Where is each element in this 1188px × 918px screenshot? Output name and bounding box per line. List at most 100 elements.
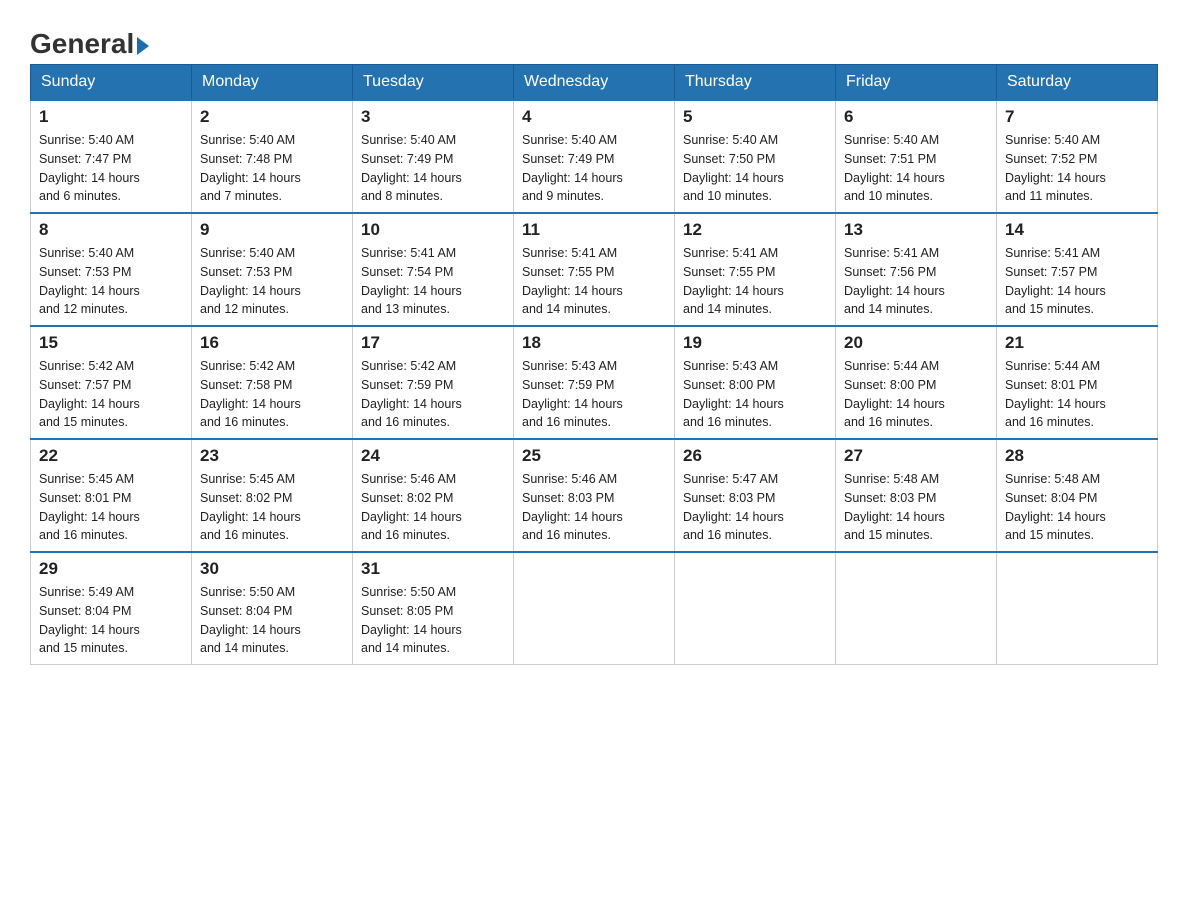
day-number: 27 <box>844 446 988 466</box>
day-number: 1 <box>39 107 183 127</box>
week-row-2: 8 Sunrise: 5:40 AM Sunset: 7:53 PM Dayli… <box>31 213 1158 326</box>
day-info: Sunrise: 5:50 AM Sunset: 8:05 PM Dayligh… <box>361 583 505 658</box>
day-info: Sunrise: 5:40 AM Sunset: 7:47 PM Dayligh… <box>39 131 183 206</box>
calendar-cell <box>836 552 997 665</box>
calendar-cell: 17 Sunrise: 5:42 AM Sunset: 7:59 PM Dayl… <box>353 326 514 439</box>
day-info: Sunrise: 5:48 AM Sunset: 8:03 PM Dayligh… <box>844 470 988 545</box>
calendar-cell: 23 Sunrise: 5:45 AM Sunset: 8:02 PM Dayl… <box>192 439 353 552</box>
calendar-cell: 28 Sunrise: 5:48 AM Sunset: 8:04 PM Dayl… <box>997 439 1158 552</box>
day-info: Sunrise: 5:40 AM Sunset: 7:51 PM Dayligh… <box>844 131 988 206</box>
logo-general: General <box>30 28 149 59</box>
logo: General <box>30 30 149 54</box>
calendar-cell: 14 Sunrise: 5:41 AM Sunset: 7:57 PM Dayl… <box>997 213 1158 326</box>
weekday-header-friday: Friday <box>836 65 997 101</box>
day-info: Sunrise: 5:44 AM Sunset: 8:00 PM Dayligh… <box>844 357 988 432</box>
weekday-header-saturday: Saturday <box>997 65 1158 101</box>
day-number: 2 <box>200 107 344 127</box>
day-info: Sunrise: 5:40 AM Sunset: 7:53 PM Dayligh… <box>200 244 344 319</box>
calendar-cell: 21 Sunrise: 5:44 AM Sunset: 8:01 PM Dayl… <box>997 326 1158 439</box>
calendar-cell: 19 Sunrise: 5:43 AM Sunset: 8:00 PM Dayl… <box>675 326 836 439</box>
day-info: Sunrise: 5:41 AM Sunset: 7:57 PM Dayligh… <box>1005 244 1149 319</box>
page-header: General <box>30 20 1158 54</box>
calendar-cell <box>675 552 836 665</box>
day-number: 19 <box>683 333 827 353</box>
day-number: 29 <box>39 559 183 579</box>
day-number: 8 <box>39 220 183 240</box>
week-row-1: 1 Sunrise: 5:40 AM Sunset: 7:47 PM Dayli… <box>31 100 1158 213</box>
calendar-cell: 3 Sunrise: 5:40 AM Sunset: 7:49 PM Dayli… <box>353 100 514 213</box>
calendar-cell: 2 Sunrise: 5:40 AM Sunset: 7:48 PM Dayli… <box>192 100 353 213</box>
day-info: Sunrise: 5:43 AM Sunset: 8:00 PM Dayligh… <box>683 357 827 432</box>
day-number: 10 <box>361 220 505 240</box>
day-number: 15 <box>39 333 183 353</box>
day-info: Sunrise: 5:40 AM Sunset: 7:49 PM Dayligh… <box>522 131 666 206</box>
day-number: 22 <box>39 446 183 466</box>
day-number: 26 <box>683 446 827 466</box>
calendar-cell: 16 Sunrise: 5:42 AM Sunset: 7:58 PM Dayl… <box>192 326 353 439</box>
weekday-header-row: SundayMondayTuesdayWednesdayThursdayFrid… <box>31 65 1158 101</box>
calendar-cell: 1 Sunrise: 5:40 AM Sunset: 7:47 PM Dayli… <box>31 100 192 213</box>
day-info: Sunrise: 5:50 AM Sunset: 8:04 PM Dayligh… <box>200 583 344 658</box>
day-number: 25 <box>522 446 666 466</box>
day-info: Sunrise: 5:47 AM Sunset: 8:03 PM Dayligh… <box>683 470 827 545</box>
day-number: 28 <box>1005 446 1149 466</box>
day-info: Sunrise: 5:41 AM Sunset: 7:54 PM Dayligh… <box>361 244 505 319</box>
calendar-cell: 15 Sunrise: 5:42 AM Sunset: 7:57 PM Dayl… <box>31 326 192 439</box>
calendar-cell: 6 Sunrise: 5:40 AM Sunset: 7:51 PM Dayli… <box>836 100 997 213</box>
weekday-header-monday: Monday <box>192 65 353 101</box>
calendar-cell: 30 Sunrise: 5:50 AM Sunset: 8:04 PM Dayl… <box>192 552 353 665</box>
logo-text: General <box>30 30 149 58</box>
calendar-cell: 25 Sunrise: 5:46 AM Sunset: 8:03 PM Dayl… <box>514 439 675 552</box>
week-row-5: 29 Sunrise: 5:49 AM Sunset: 8:04 PM Dayl… <box>31 552 1158 665</box>
day-number: 23 <box>200 446 344 466</box>
day-info: Sunrise: 5:42 AM Sunset: 7:57 PM Dayligh… <box>39 357 183 432</box>
day-number: 5 <box>683 107 827 127</box>
day-number: 9 <box>200 220 344 240</box>
calendar-cell: 12 Sunrise: 5:41 AM Sunset: 7:55 PM Dayl… <box>675 213 836 326</box>
day-info: Sunrise: 5:41 AM Sunset: 7:55 PM Dayligh… <box>683 244 827 319</box>
day-info: Sunrise: 5:40 AM Sunset: 7:48 PM Dayligh… <box>200 131 344 206</box>
calendar-cell <box>514 552 675 665</box>
day-info: Sunrise: 5:43 AM Sunset: 7:59 PM Dayligh… <box>522 357 666 432</box>
calendar-cell: 29 Sunrise: 5:49 AM Sunset: 8:04 PM Dayl… <box>31 552 192 665</box>
calendar-cell: 11 Sunrise: 5:41 AM Sunset: 7:55 PM Dayl… <box>514 213 675 326</box>
calendar-cell: 27 Sunrise: 5:48 AM Sunset: 8:03 PM Dayl… <box>836 439 997 552</box>
calendar-cell: 22 Sunrise: 5:45 AM Sunset: 8:01 PM Dayl… <box>31 439 192 552</box>
day-number: 11 <box>522 220 666 240</box>
day-number: 13 <box>844 220 988 240</box>
calendar-cell: 7 Sunrise: 5:40 AM Sunset: 7:52 PM Dayli… <box>997 100 1158 213</box>
day-info: Sunrise: 5:44 AM Sunset: 8:01 PM Dayligh… <box>1005 357 1149 432</box>
calendar-cell: 31 Sunrise: 5:50 AM Sunset: 8:05 PM Dayl… <box>353 552 514 665</box>
day-number: 30 <box>200 559 344 579</box>
day-info: Sunrise: 5:42 AM Sunset: 7:58 PM Dayligh… <box>200 357 344 432</box>
calendar-cell: 10 Sunrise: 5:41 AM Sunset: 7:54 PM Dayl… <box>353 213 514 326</box>
day-info: Sunrise: 5:49 AM Sunset: 8:04 PM Dayligh… <box>39 583 183 658</box>
day-number: 17 <box>361 333 505 353</box>
day-number: 7 <box>1005 107 1149 127</box>
weekday-header-tuesday: Tuesday <box>353 65 514 101</box>
day-number: 24 <box>361 446 505 466</box>
calendar-cell: 9 Sunrise: 5:40 AM Sunset: 7:53 PM Dayli… <box>192 213 353 326</box>
day-number: 16 <box>200 333 344 353</box>
day-number: 12 <box>683 220 827 240</box>
calendar-cell: 5 Sunrise: 5:40 AM Sunset: 7:50 PM Dayli… <box>675 100 836 213</box>
day-number: 31 <box>361 559 505 579</box>
day-number: 3 <box>361 107 505 127</box>
day-number: 21 <box>1005 333 1149 353</box>
day-info: Sunrise: 5:46 AM Sunset: 8:02 PM Dayligh… <box>361 470 505 545</box>
day-info: Sunrise: 5:41 AM Sunset: 7:56 PM Dayligh… <box>844 244 988 319</box>
day-number: 20 <box>844 333 988 353</box>
day-info: Sunrise: 5:48 AM Sunset: 8:04 PM Dayligh… <box>1005 470 1149 545</box>
day-number: 14 <box>1005 220 1149 240</box>
day-number: 4 <box>522 107 666 127</box>
calendar-cell: 26 Sunrise: 5:47 AM Sunset: 8:03 PM Dayl… <box>675 439 836 552</box>
day-info: Sunrise: 5:42 AM Sunset: 7:59 PM Dayligh… <box>361 357 505 432</box>
weekday-header-wednesday: Wednesday <box>514 65 675 101</box>
day-info: Sunrise: 5:45 AM Sunset: 8:02 PM Dayligh… <box>200 470 344 545</box>
day-info: Sunrise: 5:41 AM Sunset: 7:55 PM Dayligh… <box>522 244 666 319</box>
day-number: 6 <box>844 107 988 127</box>
day-info: Sunrise: 5:40 AM Sunset: 7:52 PM Dayligh… <box>1005 131 1149 206</box>
day-info: Sunrise: 5:46 AM Sunset: 8:03 PM Dayligh… <box>522 470 666 545</box>
calendar-cell: 8 Sunrise: 5:40 AM Sunset: 7:53 PM Dayli… <box>31 213 192 326</box>
calendar-cell: 20 Sunrise: 5:44 AM Sunset: 8:00 PM Dayl… <box>836 326 997 439</box>
